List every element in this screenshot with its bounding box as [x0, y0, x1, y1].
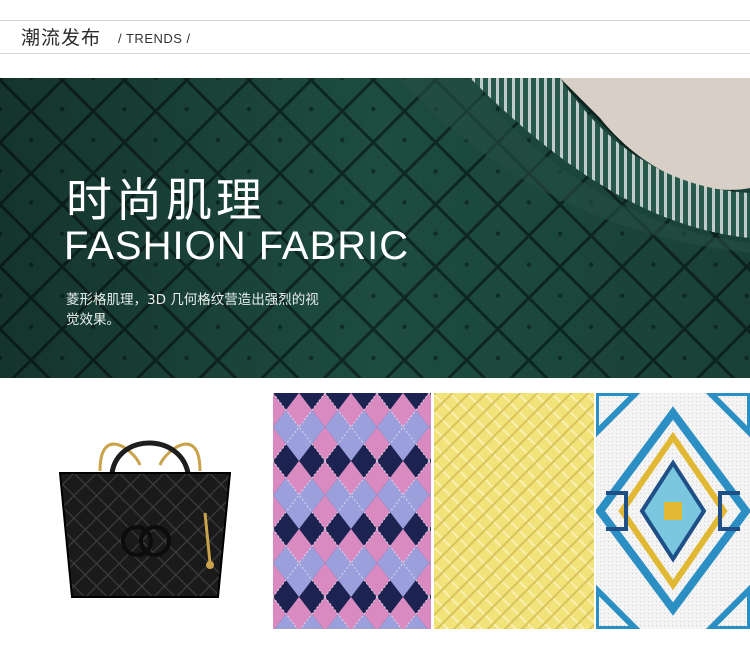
section-header: 潮流发布 / TRENDS /: [0, 0, 750, 62]
header-divider-bottom: [0, 53, 750, 54]
handbag-tile: [40, 393, 250, 629]
argyle-tile: [273, 393, 431, 629]
section-title-cn: 潮流发布: [21, 27, 102, 49]
cross-stitch-image: [596, 393, 750, 629]
pattern-gallery: [0, 393, 750, 633]
section-title-en: / TRENDS /: [118, 31, 191, 46]
hero-description: 菱形格肌理，3D 几何格纹营造出强烈的视觉效果。: [66, 292, 319, 328]
yellow-lattice-tile: [434, 393, 594, 629]
hero-banner: 时尚肌理 FASHION FABRIC 菱形格肌理，3D 几何格纹营造出强烈的视…: [0, 78, 750, 378]
hero-title-en: FASHION FABRIC: [64, 224, 410, 268]
yellow-lattice-image: [434, 393, 594, 629]
argyle-pattern-image: [273, 393, 431, 629]
cross-stitch-tile: [596, 393, 750, 629]
header-divider-top: [0, 20, 750, 21]
quilted-handbag-image: [58, 440, 232, 598]
hero-title-cn: 时尚肌理: [66, 173, 266, 227]
